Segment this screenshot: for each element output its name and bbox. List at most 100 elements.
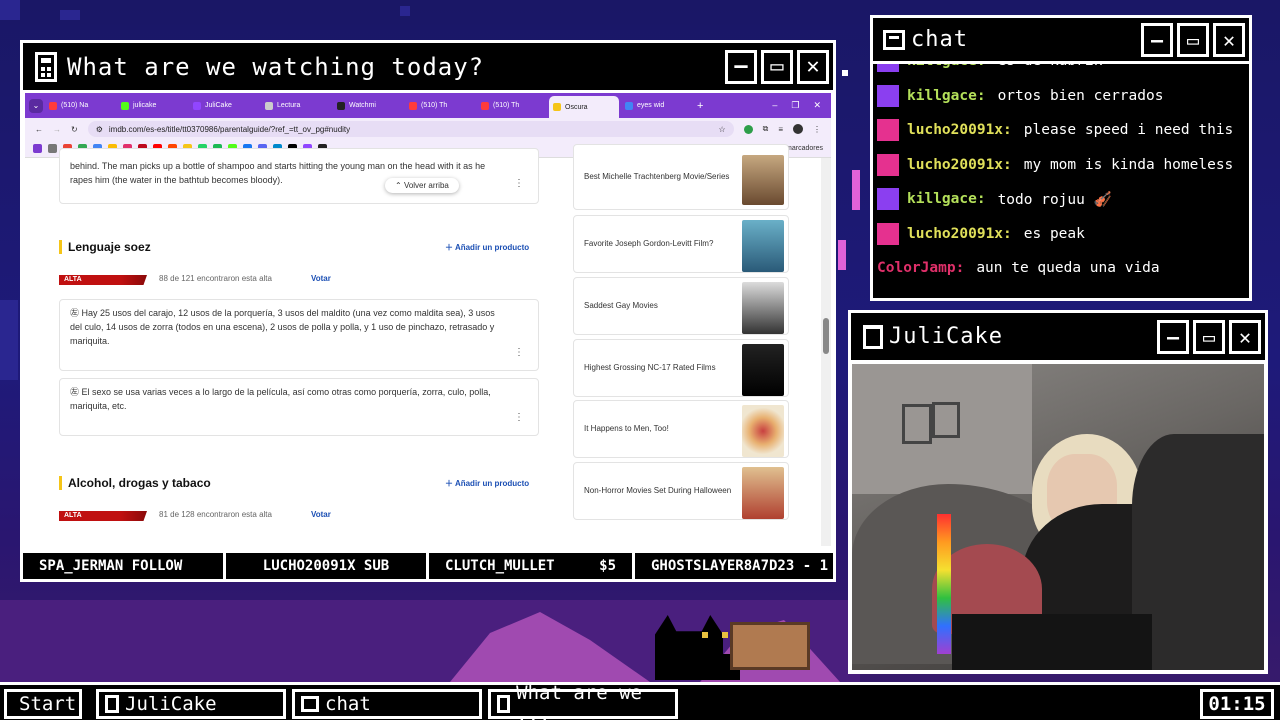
sub-badge-icon <box>877 84 899 107</box>
url-field[interactable]: ⚙ imdb.com/es-es/title/tt0370986/parenta… <box>87 121 734 137</box>
back-icon[interactable]: ← <box>35 125 43 134</box>
browser-tab[interactable]: Watchmi <box>333 96 403 115</box>
event-ticker: SPA_JERMAN FOLLOW LUCHO20091X SUB CLUTCH… <box>20 550 836 582</box>
sub-badge-icon <box>877 188 899 211</box>
media-icon[interactable]: ≡ <box>778 125 783 134</box>
chat-text: my mom is kinda homeless <box>1023 156 1234 173</box>
add-product-link[interactable]: ＋ Añadir un producto <box>445 478 529 489</box>
poster-image <box>742 467 784 519</box>
chat-username[interactable]: killgace: <box>907 191 986 207</box>
site-info-icon[interactable]: ⚙ <box>96 125 103 134</box>
chat-message: killgace: ortos bien cerrados <box>877 79 1245 114</box>
ticker-item: CLUTCH_MULLET $5 <box>429 553 635 579</box>
browser-tab[interactable]: (510) Na <box>45 96 115 115</box>
taskbar-item-julicake[interactable]: JuliCake <box>96 689 286 719</box>
more-options-icon[interactable]: ⋮ <box>514 411 524 425</box>
browser-close-button[interactable]: ✕ <box>813 100 821 111</box>
vote-link[interactable]: Votar <box>311 274 331 283</box>
calculator-icon <box>497 695 511 713</box>
more-options-icon[interactable]: ⋮ <box>514 177 524 191</box>
related-list-card[interactable]: Non-Horror Movies Set During Halloween <box>573 462 789 520</box>
reload-icon[interactable]: ↻ <box>71 125 78 134</box>
chat-username[interactable]: killgace: <box>907 88 986 104</box>
maximize-button[interactable]: ▭ <box>761 49 793 84</box>
main-window-titlebar[interactable]: What are we watching today? — ▭ ✕ <box>23 43 833 93</box>
webcam-titlebar[interactable]: JuliCake — ▭ ✕ <box>851 313 1265 363</box>
add-product-link[interactable]: ＋ Añadir un producto <box>445 242 529 253</box>
chat-bubble-icon <box>301 696 319 712</box>
chat-text: please speed i need this <box>1023 122 1234 139</box>
related-list-card[interactable]: Favorite Joseph Gordon-Levitt Film? <box>573 215 789 273</box>
browser-capture: ⌄ (510) Na julicake JuliCake Lectura Wat… <box>25 93 831 546</box>
chat-messages: killgace: es de kubrik killgace: ortos bien… <box>873 64 1249 298</box>
extension-icon[interactable] <box>743 124 753 134</box>
vote-link[interactable]: Votar <box>311 510 331 519</box>
profanity-icon: ㊧ <box>70 308 82 318</box>
chat-window: chat — ▭ ✕ killgace:es de kubrikkillgace… <box>870 15 1252 301</box>
minimize-button[interactable]: — <box>1157 319 1189 354</box>
scrollbar-thumb[interactable] <box>823 318 829 354</box>
related-list-card[interactable]: Saddest Gay Movies <box>573 277 789 335</box>
poster-image <box>742 405 784 457</box>
page-scrollbar[interactable] <box>821 158 831 546</box>
chat-message: lucho20091x: please speed i need this <box>877 113 1245 148</box>
chat-text: todo rojuu 🎻 <box>997 191 1112 208</box>
chat-message: ColorJamp: aun te queda una vida <box>877 251 1245 286</box>
maximize-button[interactable]: ▭ <box>1177 22 1209 57</box>
browser-tab[interactable]: (510) Th <box>477 96 547 115</box>
profile-avatar-icon[interactable] <box>793 124 803 134</box>
close-button[interactable]: ✕ <box>1213 22 1245 57</box>
forward-icon[interactable]: → <box>53 125 61 134</box>
browser-tab[interactable]: julicake <box>117 96 187 115</box>
webcam-window: JuliCake — ▭ ✕ <box>848 310 1268 674</box>
related-list-card[interactable]: Best Michelle Trachtenberg Movie/Series <box>573 144 789 210</box>
chat-titlebar[interactable]: chat — ▭ ✕ <box>873 18 1249 64</box>
browser-tabs: ⌄ (510) Na julicake JuliCake Lectura Wat… <box>25 93 831 118</box>
bookmark-icon[interactable] <box>33 144 42 153</box>
browser-restore-button[interactable]: ❐ <box>791 100 799 111</box>
chat-username[interactable]: lucho20091x: <box>907 226 1012 242</box>
close-button[interactable]: ✕ <box>1229 319 1261 354</box>
tab-search-dropdown-icon[interactable]: ⌄ <box>29 98 43 113</box>
browser-tab[interactable]: JuliCake <box>189 96 259 115</box>
new-tab-button[interactable]: + <box>697 100 703 112</box>
taskbar-item-main[interactable]: What are we ... <box>488 682 678 720</box>
poster-image <box>742 344 784 396</box>
related-list-card[interactable]: Highest Grossing NC-17 Rated Films <box>573 339 789 397</box>
poster-image <box>742 155 784 205</box>
chat-text: aun te queda una vida <box>976 260 1160 277</box>
extensions-puzzle-icon[interactable]: ⧉ <box>763 124 769 134</box>
browser-minimize-button[interactable]: – <box>772 100 777 111</box>
close-button[interactable]: ✕ <box>797 49 829 84</box>
taskbar-item-chat[interactable]: chat <box>292 689 482 719</box>
chat-text: es peak <box>1023 225 1085 242</box>
maximize-button[interactable]: ▭ <box>1193 319 1225 354</box>
minimize-button[interactable]: — <box>725 49 757 84</box>
severity-badge: ALTA <box>59 511 147 521</box>
section-title: Lenguaje soez <box>59 240 151 254</box>
chat-username[interactable]: lucho20091x: <box>907 122 1012 138</box>
more-options-icon[interactable]: ⋮ <box>514 346 524 360</box>
chat-username[interactable]: lucho20091x: <box>907 157 1012 173</box>
start-button[interactable]: Start <box>4 689 82 719</box>
back-to-top-button[interactable]: ⌃ Volver arriba <box>385 178 459 193</box>
bookmark-star-icon[interactable]: ☆ <box>718 125 725 134</box>
browser-tab[interactable]: Lectura <box>261 96 331 115</box>
section-title: Alcohol, drogas y tabaco <box>59 476 211 490</box>
related-list-card[interactable]: It Happens to Men, Too! <box>573 400 789 458</box>
chat-text: es de kubrik <box>998 64 1103 69</box>
browser-tab[interactable]: (510) Th <box>405 96 475 115</box>
browser-tab-active[interactable]: Oscura <box>549 96 619 118</box>
main-window-title: What are we watching today? <box>67 52 485 81</box>
chat-username[interactable]: ColorJamp: <box>877 260 964 276</box>
menu-kebab-icon[interactable]: ⋮ <box>813 125 821 134</box>
vote-count: 81 de 128 encontraron esta alta <box>159 510 272 519</box>
apps-grid-icon[interactable] <box>48 144 57 153</box>
severity-badge: ALTA <box>59 275 147 285</box>
imdb-page: behind. The man picks up a bottle of sha… <box>25 144 821 546</box>
minimize-button[interactable]: — <box>1141 22 1173 57</box>
browser-tab[interactable]: eyes wid <box>621 96 691 115</box>
heart-badge-icon <box>877 119 899 142</box>
chat-username[interactable]: killgace: <box>907 64 986 69</box>
chat-text: ortos bien cerrados <box>997 87 1164 104</box>
